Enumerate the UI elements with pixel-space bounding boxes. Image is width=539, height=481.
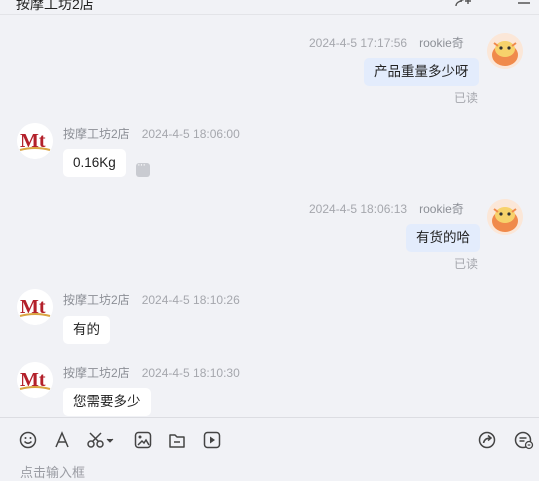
message-meta: 按摩工坊2店 2024-4-5 18:10:26 <box>63 291 240 308</box>
message-bubble[interactable]: 您需要多少 <box>63 388 151 416</box>
input-toolbar <box>0 417 539 462</box>
folder-icon[interactable] <box>167 430 187 450</box>
message-sender: 按摩工坊2店 <box>63 293 130 307</box>
message-meta: 按摩工坊2店 2024-4-5 18:06:00 <box>63 125 240 142</box>
font-icon[interactable] <box>52 430 72 450</box>
emoji-icon[interactable] <box>18 430 38 450</box>
share-icon[interactable] <box>477 430 497 450</box>
avatar[interactable]: Mt <box>17 362 53 398</box>
quick-reply-icon[interactable] <box>513 430 534 450</box>
video-icon[interactable] <box>202 430 222 450</box>
message-time: 2024-4-5 18:06:00 <box>141 127 240 141</box>
message-bubble[interactable]: 产品重量多少呀 <box>364 58 479 86</box>
message-sender: 按摩工坊2店 <box>63 366 130 380</box>
message-meta: 按摩工坊2店 2024-4-5 18:10:30 <box>63 364 240 381</box>
add-contact-icon[interactable] <box>455 0 473 13</box>
image-icon[interactable] <box>133 430 153 450</box>
message-sender: rookie奇 <box>419 202 464 216</box>
message-time: 2024-4-5 17:17:56 <box>309 36 408 50</box>
message-time: 2024-4-5 18:10:26 <box>141 293 240 307</box>
message-meta: 2024-4-5 18:06:13 rookie奇 <box>309 200 464 217</box>
avatar[interactable] <box>487 33 523 69</box>
message-input[interactable]: 点击输入框 <box>20 462 85 481</box>
avatar[interactable]: Mt <box>17 123 53 159</box>
message-time: 2024-4-5 18:10:30 <box>141 366 240 380</box>
message-bubble[interactable]: 有货的哈 <box>406 224 480 252</box>
scissors-icon[interactable] <box>86 430 116 450</box>
chat-title: 按摩工坊2店 <box>16 0 94 12</box>
read-status: 已读 <box>454 257 479 271</box>
more-options-icon[interactable] <box>136 159 150 177</box>
read-status: 已读 <box>454 91 479 105</box>
message-sender: 按摩工坊2店 <box>63 127 130 141</box>
message-sender: rookie奇 <box>419 36 464 50</box>
message-bubble[interactable]: 有的 <box>63 316 110 344</box>
message-bubble[interactable]: 0.16Kg <box>63 149 126 177</box>
message-time: 2024-4-5 18:06:13 <box>309 202 408 216</box>
chat-header: 按摩工坊2店 <box>0 0 539 15</box>
avatar[interactable]: Mt <box>17 289 53 325</box>
message-meta: 2024-4-5 17:17:56 rookie奇 <box>309 34 464 51</box>
message-list[interactable]: 2024-4-5 17:17:56 rookie奇 产品重量多少呀 已读 Mt 按… <box>0 15 539 417</box>
menu-icon[interactable] <box>516 0 532 12</box>
avatar[interactable] <box>487 199 523 235</box>
